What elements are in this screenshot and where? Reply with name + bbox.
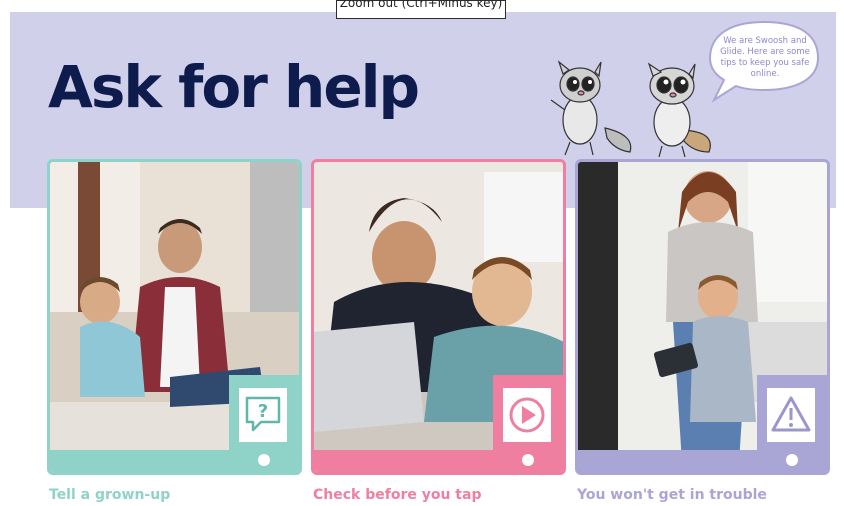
caption-wont-get-in-trouble: You won't get in trouble (577, 487, 767, 503)
card-dot (522, 454, 534, 466)
question-speech-icon: ? (245, 396, 281, 432)
caption-tell-grown-up: Tell a grown-up (49, 487, 171, 503)
caption-check-before-tap: Check before you tap (313, 487, 482, 503)
card-dot (258, 454, 270, 466)
zoom-tooltip: Zoom out (Ctrl+Minus key) (336, 0, 506, 19)
icon-tile (767, 388, 815, 442)
card-tell-grown-up[interactable]: ? (47, 159, 302, 475)
speech-bubble-text: We are Swoosh and Glide. Here are some t… (720, 36, 810, 79)
icon-tile: ? (239, 388, 287, 442)
card-wont-get-in-trouble[interactable] (575, 159, 830, 475)
card-check-before-tap[interactable] (311, 159, 566, 475)
zoom-tooltip-text: Zoom out (Ctrl+Minus key) (339, 0, 503, 10)
play-icon (509, 397, 545, 433)
glider-glide (647, 62, 711, 158)
card-dot (786, 454, 798, 466)
page-title: Ask for help (48, 53, 420, 121)
svg-text:?: ? (258, 401, 268, 422)
glider-swoosh (550, 60, 632, 156)
icon-tile (503, 388, 551, 442)
warning-icon (771, 396, 811, 432)
mascot-illustration (550, 60, 711, 158)
